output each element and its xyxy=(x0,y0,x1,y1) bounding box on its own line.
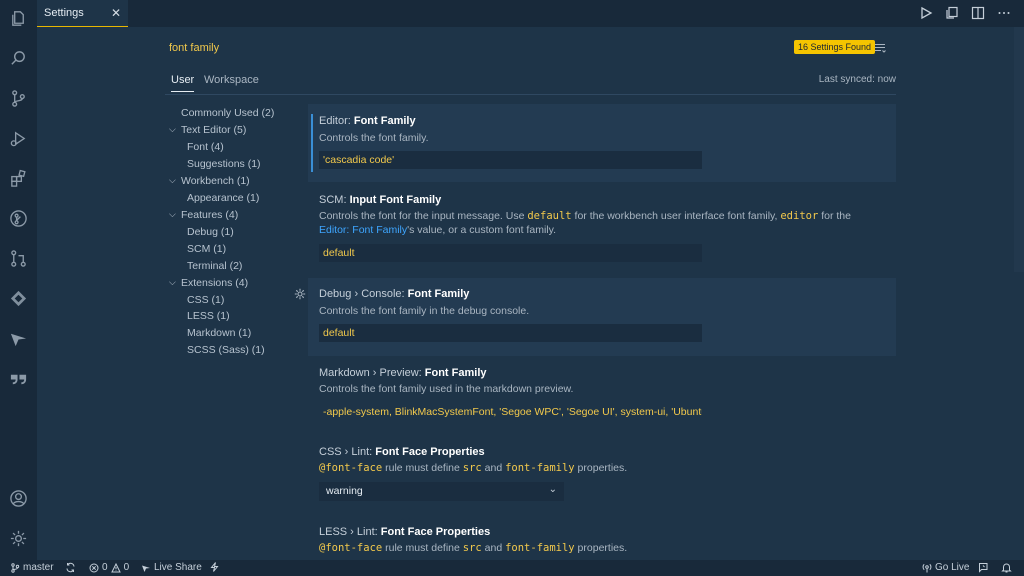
run-icon[interactable] xyxy=(918,5,934,21)
feedback-status-icon[interactable] xyxy=(210,562,219,572)
setting-title: CSS › Lint: Font Face Properties xyxy=(319,446,485,458)
problems-status[interactable]: 0 0 xyxy=(89,562,129,573)
font-family-link[interactable]: Font Family xyxy=(352,224,407,236)
debug-console-font-family-input[interactable]: default xyxy=(319,324,702,342)
toc-item-features[interactable]: Features (4) xyxy=(181,209,238,221)
live-share-icon xyxy=(142,565,150,572)
toc-item-scm[interactable]: SCM (1) xyxy=(187,243,226,255)
chevron-down-icon[interactable]: ⌵ xyxy=(169,124,176,135)
setting-description: Controls the font family. xyxy=(319,132,429,144)
tab-workspace[interactable]: Workspace xyxy=(204,74,259,86)
toc-item-scss[interactable]: SCSS (Sass) (1) xyxy=(187,344,265,356)
scm-input-font-family-input[interactable]: default xyxy=(319,244,702,262)
settings-scope-tabs: User Workspace Last synced: now xyxy=(165,73,896,95)
feedback-icon[interactable] xyxy=(978,562,989,573)
source-control-icon[interactable] xyxy=(8,88,28,108)
split-editor-icon[interactable] xyxy=(970,5,986,21)
notifications-bell-icon[interactable] xyxy=(1001,562,1012,573)
css-lint-font-face-select[interactable]: warning ⌄ xyxy=(319,482,564,501)
toc-item-debug[interactable]: Debug (1) xyxy=(187,226,234,238)
editor-font-family-link[interactable]: Editor: xyxy=(319,224,349,236)
search-icon[interactable] xyxy=(8,48,28,68)
go-live-status[interactable]: Go Live xyxy=(922,562,969,573)
chevron-down-icon[interactable]: ⌵ xyxy=(169,175,176,186)
broadcast-icon xyxy=(922,563,932,572)
markdown-preview-font-family-input[interactable]: -apple-system, BlinkMacSystemFont, 'Sego… xyxy=(319,403,702,421)
setting-title: Editor: Font Family xyxy=(319,115,416,127)
toc-item-extensions[interactable]: Extensions (4) xyxy=(181,277,248,289)
setting-debug-console-font-family: Debug › Console: Font Family Controls th… xyxy=(308,278,896,356)
chevron-down-icon: ⌄ xyxy=(548,484,557,495)
quote-icon[interactable] xyxy=(8,368,28,388)
setting-title: Markdown › Preview: Font Family xyxy=(319,367,487,379)
git-branch-icon xyxy=(11,562,20,573)
filter-list-icon[interactable] xyxy=(874,42,886,57)
git-history-icon[interactable] xyxy=(8,208,28,228)
setting-title: LESS › Lint: Font Face Properties xyxy=(319,526,491,538)
setting-less-lint-font-face: LESS › Lint: Font Face Properties @font-… xyxy=(308,517,896,560)
live-share-status[interactable]: Live Share xyxy=(141,562,202,573)
setting-description: Controls the font family in the debug co… xyxy=(319,305,530,317)
error-icon xyxy=(89,563,99,572)
setting-title: Debug › Console: Font Family xyxy=(319,288,470,300)
toc-item-commonly-used[interactable]: Commonly Used (2) xyxy=(181,107,274,119)
status-bar: master 0 0 Live Share Go Live xyxy=(0,560,1024,576)
toc-item-text-editor[interactable]: Text Editor (5) xyxy=(181,124,246,136)
scrollbar-thumb[interactable] xyxy=(1014,27,1024,272)
last-synced-status: Last synced: now xyxy=(818,74,896,85)
extensions-icon[interactable] xyxy=(8,168,28,188)
branch-status[interactable]: master xyxy=(10,562,54,573)
open-settings-json-icon[interactable] xyxy=(944,5,960,21)
toc-item-terminal[interactable]: Terminal (2) xyxy=(187,260,242,272)
toc-item-appearance[interactable]: Appearance (1) xyxy=(187,192,259,204)
more-actions-icon[interactable] xyxy=(996,5,1012,21)
sync-icon[interactable] xyxy=(65,562,76,573)
close-icon[interactable]: ✕ xyxy=(111,6,121,20)
settings-found-badge: 16 Settings Found xyxy=(794,40,876,54)
chevron-down-icon[interactable]: ⌵ xyxy=(169,277,176,288)
tab-title: Settings xyxy=(44,7,84,19)
setting-description: @font-face rule must define src and font… xyxy=(319,462,628,474)
editor-tab-bar: Settings ✕ xyxy=(37,0,1024,27)
toc-item-workbench[interactable]: Workbench (1) xyxy=(181,175,250,187)
activity-bar xyxy=(0,0,37,560)
setting-css-lint-font-face: CSS › Lint: Font Face Properties @font-f… xyxy=(308,437,896,517)
toc-item-font[interactable]: Font (4) xyxy=(187,141,224,153)
setting-editor-font-family: Editor: Font Family Controls the font fa… xyxy=(308,104,896,182)
setting-scm-input-font-family: SCM: Input Font Family Controls the font… xyxy=(308,183,896,277)
editor-font-family-input[interactable]: 'cascadia code' xyxy=(319,151,702,169)
toc-item-markdown[interactable]: Markdown (1) xyxy=(187,327,251,339)
chevron-down-icon[interactable]: ⌵ xyxy=(169,209,176,220)
run-debug-icon[interactable] xyxy=(8,128,28,148)
manage-gear-icon[interactable] xyxy=(8,528,28,548)
gitlens-icon[interactable] xyxy=(8,288,28,308)
setting-markdown-preview-font-family: Markdown › Preview: Font Family Controls… xyxy=(308,357,896,437)
account-icon[interactable] xyxy=(8,488,28,508)
live-share-icon[interactable] xyxy=(8,328,28,348)
toc-item-less[interactable]: LESS (1) xyxy=(187,310,230,322)
editor-actions xyxy=(918,5,1012,21)
explorer-icon[interactable] xyxy=(8,8,28,28)
setting-description: Controls the font family used in the mar… xyxy=(319,383,574,395)
tab-user[interactable]: User xyxy=(171,74,195,92)
pull-requests-icon[interactable] xyxy=(8,248,28,268)
setting-title: SCM: Input Font Family xyxy=(319,194,442,206)
setting-description: @font-face rule must define src and font… xyxy=(319,542,628,554)
setting-gear-icon[interactable] xyxy=(294,288,306,300)
setting-description: Controls the font for the input message.… xyxy=(319,210,851,236)
search-query: font family xyxy=(169,42,220,54)
tab-settings[interactable]: Settings ✕ xyxy=(37,0,128,27)
toc-item-css[interactable]: CSS (1) xyxy=(187,294,224,306)
warning-icon xyxy=(110,562,121,572)
settings-search-input[interactable]: font family 16 Settings Found xyxy=(167,40,897,58)
toc-item-suggestions[interactable]: Suggestions (1) xyxy=(187,158,261,170)
